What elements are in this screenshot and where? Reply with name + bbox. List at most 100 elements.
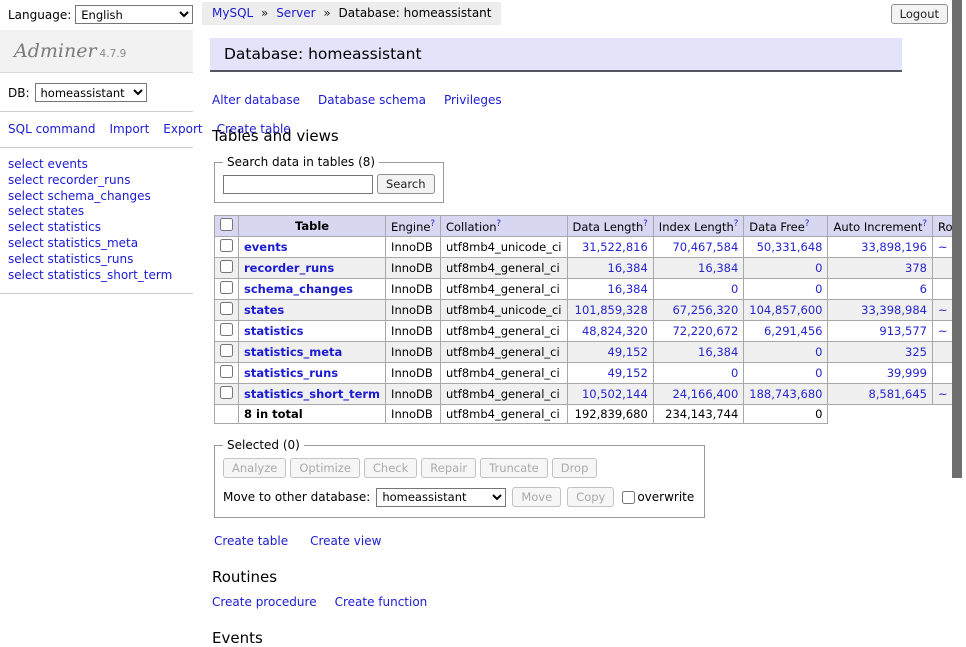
language-label: Language:	[8, 8, 71, 22]
database-action-link[interactable]: Privileges	[444, 93, 502, 107]
overwrite-checkbox[interactable]	[622, 491, 635, 504]
row-checkbox[interactable]	[220, 302, 233, 315]
sidebar-action-link[interactable]: Import	[109, 122, 149, 136]
sidebar-select-link[interactable]: select statistics	[8, 220, 185, 236]
create-link[interactable]: Create view	[310, 534, 381, 548]
scrollbar-track[interactable]	[952, 0, 966, 543]
check-button[interactable]: Check	[364, 458, 417, 478]
breadcrumb-link[interactable]: MySQL	[212, 6, 253, 20]
help-link[interactable]: ?	[643, 219, 648, 229]
engine-cell: InnoDB	[386, 300, 441, 321]
row-checkbox[interactable]	[220, 281, 233, 294]
select-all-checkbox[interactable]	[220, 218, 233, 231]
main-content: MySQL » Server » Database: homeassistant…	[202, 0, 902, 647]
sidebar-action-link[interactable]: SQL command	[8, 122, 95, 136]
total-row: 8 in totalInnoDButf8mb4_general_ci192,83…	[215, 405, 966, 424]
row-checkbox[interactable]	[220, 239, 233, 252]
data-length-cell: 49,152	[567, 363, 653, 384]
database-action-link[interactable]: Alter database	[212, 93, 300, 107]
table-name-link[interactable]: recorder_runs	[244, 261, 334, 275]
auto-increment-cell: 8,581,645	[828, 384, 933, 405]
help-link[interactable]: ?	[922, 219, 927, 229]
row-checkbox[interactable]	[220, 386, 233, 399]
table-row: recorder_runsInnoDButf8mb4_general_ci16,…	[215, 258, 966, 279]
help-link[interactable]: ?	[805, 219, 810, 229]
db-select[interactable]: homeassistant	[35, 83, 147, 102]
db-label: DB:	[8, 86, 30, 100]
row-checkbox[interactable]	[220, 323, 233, 336]
data-free-cell: 6,291,456	[744, 321, 828, 342]
table-name-link[interactable]: events	[244, 240, 288, 254]
database-links: Alter database Database schema Privileges	[212, 93, 902, 107]
help-link[interactable]: ?	[497, 219, 502, 229]
column-header: Table	[239, 216, 386, 237]
adminer-logo-link[interactable]: Adminer	[14, 40, 97, 62]
search-button[interactable]: Search	[377, 174, 435, 194]
adminer-version: 4.7.9	[100, 48, 127, 60]
table-name-link[interactable]: statistics_short_term	[244, 387, 380, 401]
total-label-cell: 8 in total	[239, 405, 386, 424]
breadcrumb-link[interactable]: Server	[276, 6, 315, 20]
help-link[interactable]: ?	[430, 219, 435, 229]
engine-cell: InnoDB	[386, 384, 441, 405]
adminer-brand: Adminer4.7.9	[0, 30, 193, 73]
row-checkbox-cell	[215, 237, 239, 258]
table-name-link[interactable]: statistics_runs	[244, 366, 338, 380]
move-database-select[interactable]: homeassistant	[376, 488, 506, 507]
copy-button[interactable]: Copy	[567, 487, 614, 507]
data-length-cell: 101,859,328	[567, 300, 653, 321]
sidebar-select-link[interactable]: select schema_changes	[8, 189, 185, 205]
sidebar-actions: SQL commandImportExportCreate table	[0, 112, 180, 147]
table-row: statesInnoDButf8mb4_unicode_ci101,859,32…	[215, 300, 966, 321]
sidebar-select-link[interactable]: select statistics_short_term	[8, 268, 185, 284]
data-free-cell: 0	[744, 258, 828, 279]
column-header: Index Length?	[653, 216, 744, 237]
sidebar-action-link[interactable]: Export	[163, 122, 202, 136]
routine-create-link[interactable]: Create function	[335, 595, 428, 609]
repair-button[interactable]: Repair	[421, 458, 476, 478]
index-length-cell: 72,220,672	[653, 321, 744, 342]
sidebar-select-link[interactable]: select recorder_runs	[8, 173, 185, 189]
table-row: statistics_short_term InnoDButf8mb4_gener…	[215, 384, 966, 405]
row-checkbox[interactable]	[220, 260, 233, 273]
routine-create-link[interactable]: Create procedure	[212, 595, 317, 609]
table-name-cell: events	[239, 237, 386, 258]
table-name-link[interactable]: schema_changes	[244, 282, 353, 296]
move-button[interactable]: Move	[512, 487, 561, 507]
index-length-cell: 24,166,400	[653, 384, 744, 405]
sidebar-select-link[interactable]: select events	[8, 157, 185, 173]
create-link[interactable]: Create table	[214, 534, 288, 548]
table-name-cell: statistics_short_term	[239, 384, 386, 405]
engine-cell: InnoDB	[386, 321, 441, 342]
analyze-button[interactable]: Analyze	[223, 458, 286, 478]
language-select[interactable]: English	[75, 5, 193, 24]
scrollbar-thumb[interactable]	[952, 0, 962, 478]
page-title: Database: homeassistant	[210, 38, 902, 72]
auto-increment-cell: 33,398,984	[828, 300, 933, 321]
database-action-link[interactable]: Database schema	[318, 93, 426, 107]
row-checkbox[interactable]	[220, 365, 233, 378]
move-row: Move to other database: homeassistant Mo…	[223, 487, 694, 507]
help-link[interactable]: ?	[734, 219, 739, 229]
sidebar-select-link[interactable]: select states	[8, 204, 185, 220]
row-checkbox[interactable]	[220, 344, 233, 357]
table-row: statisticsInnoDButf8mb4_general_ci48,824…	[215, 321, 966, 342]
sidebar-select-link[interactable]: select statistics_meta	[8, 236, 185, 252]
optimize-button[interactable]: Optimize	[290, 458, 360, 478]
table-row: schema_changesInnoDButf8mb4_general_ci16…	[215, 279, 966, 300]
sidebar-select-link[interactable]: select statistics_runs	[8, 252, 185, 268]
search-input[interactable]	[223, 175, 373, 194]
data-free-cell: 0	[744, 279, 828, 300]
sidebar: Adminer4.7.9 DB: homeassistant SQL comman…	[0, 30, 193, 294]
create-links: Create table Create view	[214, 534, 902, 548]
table-name-link[interactable]: statistics_meta	[244, 345, 342, 359]
data-free-cell: 0	[744, 363, 828, 384]
truncate-button[interactable]: Truncate	[480, 458, 548, 478]
collation-cell: utf8mb4_general_ci	[440, 384, 567, 405]
db-selector-row: DB: homeassistant	[0, 73, 193, 111]
table-name-link[interactable]: states	[244, 303, 284, 317]
table-name-link[interactable]: statistics	[244, 324, 304, 338]
auto-increment-cell: 39,999	[828, 363, 933, 384]
table-name-cell: recorder_runs	[239, 258, 386, 279]
drop-button[interactable]: Drop	[552, 458, 598, 478]
